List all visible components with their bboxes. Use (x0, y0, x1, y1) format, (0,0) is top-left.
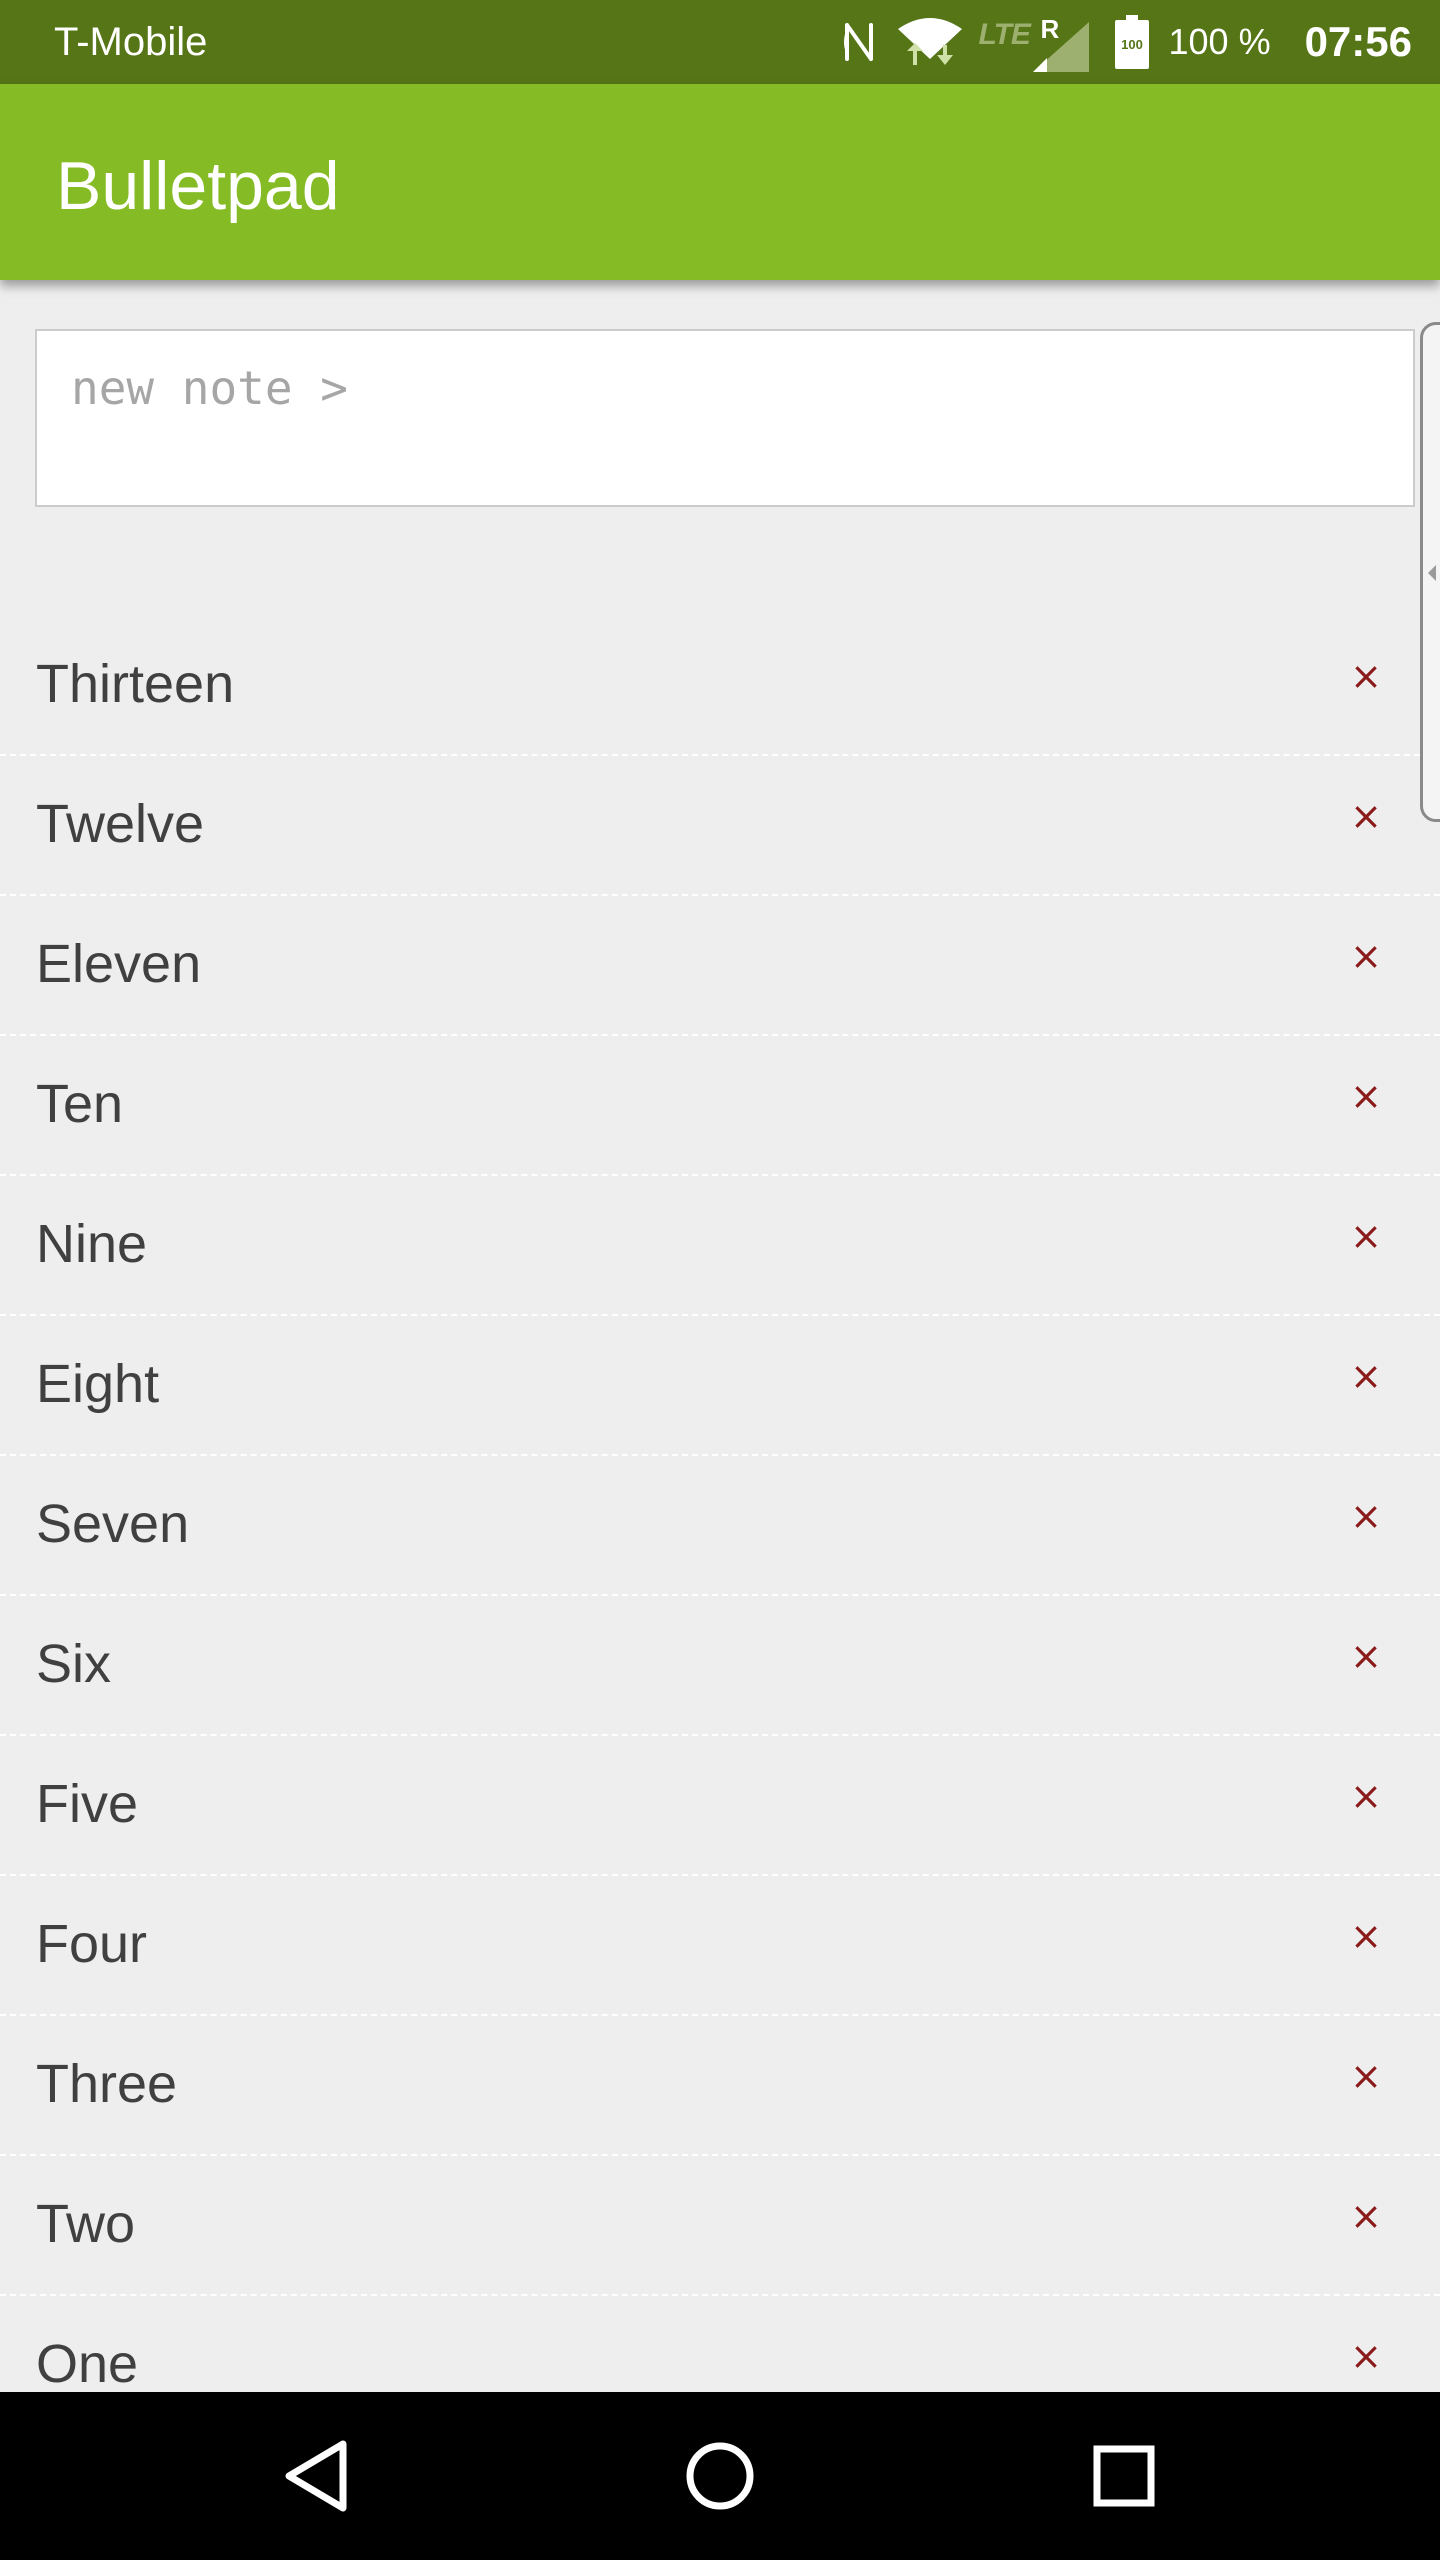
delete-note-button[interactable]: × (1346, 796, 1386, 836)
note-list: Thirteen × Twelve × Eleven × Ten × Nine … (0, 616, 1440, 2392)
delete-note-button[interactable]: × (1346, 936, 1386, 976)
note-item[interactable]: Ten × (0, 1036, 1440, 1176)
note-item[interactable]: Twelve × (0, 756, 1440, 896)
delete-note-button[interactable]: × (1346, 1776, 1386, 1816)
back-icon (285, 2440, 347, 2512)
home-button[interactable] (670, 2426, 770, 2526)
delete-note-button[interactable]: × (1346, 1076, 1386, 1116)
signal-icon (1032, 22, 1089, 72)
status-icons: LTE R 100 100 % 07:56 (841, 0, 1412, 84)
carrier-name: T-Mobile (54, 20, 208, 64)
delete-note-button[interactable]: × (1346, 2336, 1386, 2376)
clock: 07:56 (1304, 18, 1412, 65)
battery-level-label: 100 (1121, 37, 1143, 52)
delete-note-button[interactable]: × (1346, 1916, 1386, 1956)
note-text: Seven (36, 1494, 190, 1554)
note-item[interactable]: Three × (0, 2016, 1440, 2156)
status-bar: T-Mobile LTE R 100 100 % 07:56 (0, 0, 1440, 84)
delete-note-button[interactable]: × (1346, 1216, 1386, 1256)
note-text: Twelve (36, 794, 205, 854)
note-text: Ten (36, 1074, 124, 1134)
delete-note-button[interactable]: × (1346, 2196, 1386, 2236)
note-text: Thirteen (36, 654, 235, 714)
note-text: Eight (36, 1354, 160, 1414)
note-text: Eleven (36, 934, 202, 994)
delete-note-button[interactable]: × (1346, 1356, 1386, 1396)
chevron-left-icon (1428, 565, 1436, 581)
navigation-bar (0, 2392, 1440, 2560)
delete-note-button[interactable]: × (1346, 656, 1386, 696)
note-item[interactable]: Nine × (0, 1176, 1440, 1316)
note-item[interactable]: Four × (0, 1876, 1440, 2016)
back-button[interactable] (266, 2426, 366, 2526)
network-type-label: LTE (978, 18, 1031, 51)
network-indicator: LTE R (979, 12, 1089, 72)
nfc-icon (843, 23, 873, 61)
note-text: Six (36, 1634, 112, 1694)
note-item[interactable]: Eleven × (0, 896, 1440, 1036)
note-item[interactable]: Seven × (0, 1456, 1440, 1596)
side-drawer-handle[interactable] (1420, 322, 1440, 822)
note-item[interactable]: Two × (0, 2156, 1440, 2296)
app-title: Bulletpad (56, 148, 340, 224)
battery-icon: 100 (1114, 15, 1149, 69)
battery-percent: 100 % (1168, 21, 1271, 62)
note-item[interactable]: One × (0, 2296, 1440, 2392)
delete-note-button[interactable]: × (1346, 1496, 1386, 1536)
new-note-area (0, 280, 1440, 822)
recent-apps-icon (1093, 2445, 1155, 2507)
note-item[interactable]: Eight × (0, 1316, 1440, 1456)
note-item[interactable]: Six × (0, 1596, 1440, 1736)
wifi-icon (897, 18, 962, 65)
home-icon (686, 2442, 754, 2510)
new-note-input[interactable] (35, 329, 1415, 507)
delete-note-button[interactable]: × (1346, 2056, 1386, 2096)
note-text: Three (36, 2054, 178, 2114)
note-text: One (36, 2334, 139, 2392)
app-bar: Bulletpad (0, 84, 1440, 280)
note-item[interactable]: Thirteen × (0, 616, 1440, 756)
note-text: Nine (36, 1214, 148, 1274)
note-text: Five (36, 1774, 139, 1834)
delete-note-button[interactable]: × (1346, 1636, 1386, 1676)
note-text: Four (36, 1914, 148, 1974)
note-text: Two (36, 2194, 136, 2254)
recent-apps-button[interactable] (1074, 2426, 1174, 2526)
note-item[interactable]: Five × (0, 1736, 1440, 1876)
